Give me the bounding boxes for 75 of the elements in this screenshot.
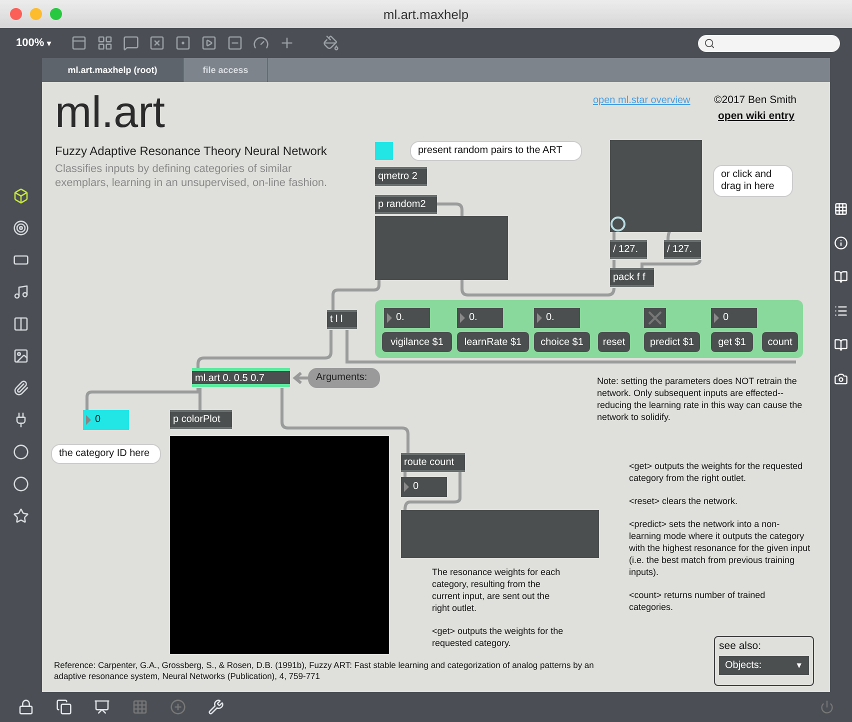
message-button[interactable]: learnRate $1 — [457, 332, 529, 352]
reference-text: Reference: Carpenter, G.A., Grossberg, S., & Rosen, D.B. (1991b), Fuzzy ART: Fast stable learning and categorization of analog patterns by an adaptive resonance system, Neural Networks (Publication), 4, 759-771 — [54, 660, 595, 682]
comment-text: <predict> sets the network into a non-learning mode where it outputs the category with the highest resonance for the given input (i.e. the best match from previous training inputs). — [629, 518, 811, 578]
camera-icon[interactable] — [834, 372, 848, 386]
comment-bubble: Arguments: — [308, 368, 380, 388]
list-icon[interactable] — [834, 304, 848, 318]
comment-bubble: present random pairs to the ART — [410, 141, 582, 161]
message-button[interactable]: choice $1 — [534, 332, 590, 352]
object-box[interactable]: p random2 — [375, 195, 437, 214]
toggle[interactable] — [644, 308, 666, 328]
object-box[interactable]: qmetro 2 — [375, 167, 427, 186]
handle-icon[interactable] — [610, 216, 626, 232]
cube-icon[interactable] — [13, 188, 29, 204]
search-icon — [704, 38, 715, 48]
page-title: ml.art — [55, 88, 165, 138]
image-icon[interactable] — [13, 348, 29, 364]
minus-icon[interactable] — [227, 35, 244, 51]
see-also-label: see also: — [719, 640, 762, 652]
object-box[interactable]: / 127. — [610, 240, 647, 259]
number-box[interactable]: 0. — [534, 308, 580, 328]
number-box[interactable]: 0. — [457, 308, 503, 328]
music-note-icon[interactable] — [13, 284, 29, 300]
comment-text: <reset> clears the network. — [629, 495, 739, 507]
number-box[interactable]: 0. — [384, 308, 430, 328]
number-box[interactable]: 0 — [711, 308, 757, 328]
object-box[interactable]: pack f f — [610, 268, 654, 287]
subtitle: Fuzzy Adaptive Resonance Theory Neural Network — [55, 144, 327, 158]
comment-text: Note: setting the parameters does NOT retrain the network. Only subsequent inputs are effected--reducing the learning rate in this way can cause the network to solidify. — [597, 375, 804, 423]
object-box[interactable]: route count — [401, 453, 465, 472]
message-button[interactable]: get $1 — [711, 332, 753, 352]
object-box[interactable]: ml.art 0. 0.5 0.7 — [192, 368, 290, 387]
message-button[interactable]: vigilance $1 — [382, 332, 452, 352]
message-button[interactable]: count — [762, 332, 798, 352]
comment-icon[interactable] — [123, 35, 140, 51]
message-button[interactable]: reset — [598, 332, 630, 352]
windows-icon[interactable] — [56, 699, 72, 715]
comment-bubble: or click and drag in here — [713, 165, 793, 197]
book-icon[interactable] — [834, 270, 848, 284]
object-box[interactable]: / 127. — [664, 240, 701, 259]
wrench-icon[interactable] — [208, 699, 224, 715]
circle-icon[interactable] — [13, 444, 29, 460]
number-box[interactable]: 0 — [401, 477, 447, 497]
comment-text: <get> outputs the weights for the requested category from the right outlet. — [629, 460, 804, 484]
comment-text: The resonance weights for each category, resulting from the current input, are sent out the right outlet. — [432, 566, 562, 614]
square-x-icon[interactable] — [149, 35, 166, 51]
search-field[interactable] — [698, 34, 840, 52]
book-icon[interactable] — [834, 338, 848, 352]
comment-text: <get> outputs the weights for the requested category. — [432, 625, 564, 649]
object-box[interactable]: p colorPlot — [170, 410, 232, 429]
play-icon[interactable] — [201, 35, 218, 51]
copyright: ©2017 Ben Smith — [714, 94, 796, 106]
patch-cord — [332, 280, 380, 310]
target-icon[interactable] — [13, 220, 29, 236]
circle-icon[interactable] — [13, 476, 29, 492]
panel-icon[interactable] — [71, 35, 88, 51]
comment-text: <count> returns number of trained categories. — [629, 589, 766, 613]
lock-icon[interactable] — [18, 699, 34, 715]
number-box[interactable]: 0 — [83, 410, 129, 430]
description: Classifies inputs by defining categories of similar exemplars, learning in an unsupervised, on-line fashion. — [55, 162, 328, 190]
gauge-icon[interactable] — [253, 35, 270, 51]
wiki-link[interactable]: open wiki entry — [718, 110, 794, 122]
object-box[interactable]: t l l — [327, 310, 357, 329]
columns-icon[interactable] — [13, 316, 29, 332]
patch-cord — [640, 260, 702, 268]
star-icon[interactable] — [13, 508, 29, 524]
paint-bucket-icon[interactable] — [323, 35, 340, 51]
presentation-icon[interactable] — [94, 699, 110, 715]
message-button[interactable]: predict $1 — [644, 332, 700, 352]
zoom-menu[interactable]: 100% ▾ — [16, 37, 52, 49]
tab[interactable]: ml.art.maxhelp (root) — [42, 58, 184, 82]
objects-menu[interactable]: Objects: ▼ — [719, 656, 809, 675]
comment-bubble: the category ID here — [51, 444, 161, 464]
paperclip-icon[interactable] — [13, 380, 29, 396]
window-title: ml.art.maxhelp — [383, 6, 469, 22]
info-icon[interactable] — [834, 236, 848, 250]
